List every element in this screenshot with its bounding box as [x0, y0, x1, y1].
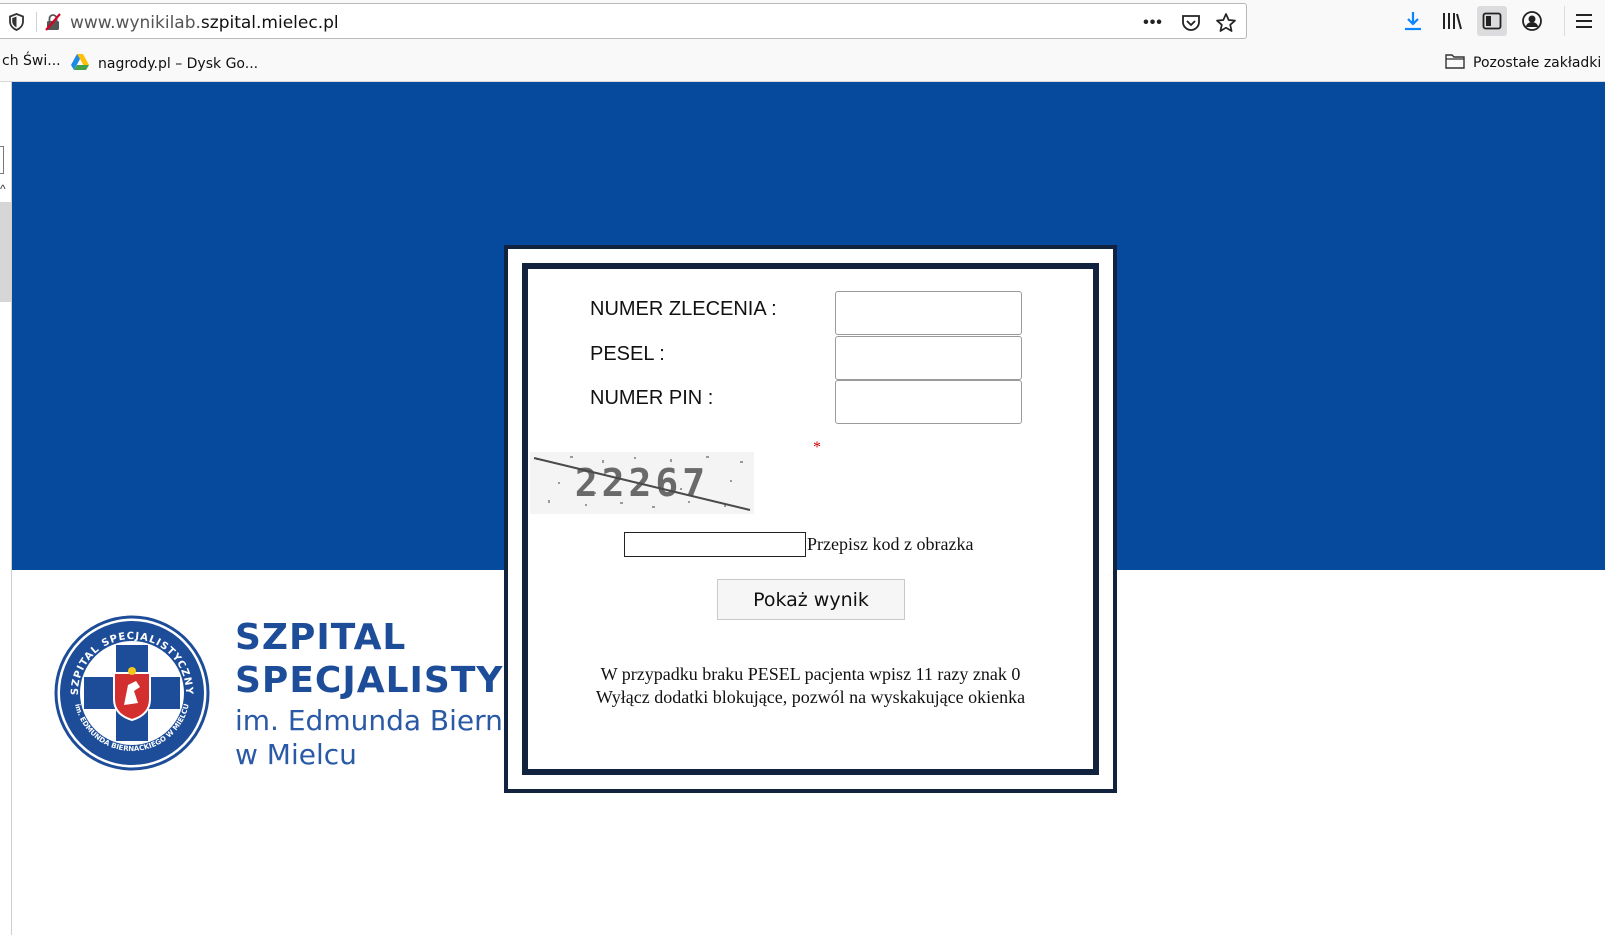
more-actions-icon[interactable]: ••• [1142, 12, 1164, 34]
bookmark-star-icon[interactable] [1215, 12, 1237, 34]
side-panel-strip: ^ [0, 82, 12, 935]
pin-label: NUMER PIN : [590, 387, 714, 409]
browser-toolbar: www.wynikilab.szpital.mielec.pl ••• [0, 0, 1605, 42]
pesel-input[interactable] [835, 336, 1022, 380]
bookmark-item[interactable]: ch Świ... [2, 53, 61, 69]
login-dialog: NUMER ZLECENIA : PESEL : NUMER PIN : * P… [504, 245, 1117, 793]
required-marker: * [813, 439, 821, 456]
insecure-connection-icon[interactable] [44, 13, 62, 31]
bookmarks-bar: ch Świ... nagrody.pl – Dysk Go... Pozost… [0, 42, 1605, 82]
url-prefix: www.wynikilab. [70, 13, 201, 33]
hospital-emblem: SZPITAL SPECJALISTYCZNY im. EDMUNDA BIER… [54, 615, 210, 771]
order-number-input[interactable] [835, 291, 1022, 335]
other-bookmarks[interactable]: Pozostałe zakładki [1445, 53, 1601, 73]
pin-input[interactable] [835, 380, 1022, 424]
url-domain: szpital.mielec.pl [200, 13, 339, 33]
page-content: ^ SZPITAL SPECJALISTYCZNY im. EDMUNDA BI… [0, 82, 1605, 935]
side-panel-tab[interactable] [0, 146, 4, 174]
pocket-icon[interactable] [1180, 12, 1202, 34]
address-bar-separator [36, 12, 37, 32]
popup-note: Wyłącz dodatki blokujące, pozwól na wysk… [595, 687, 1026, 707]
download-icon[interactable] [1398, 6, 1428, 36]
logo-title-line2: SPECJALISTY [235, 660, 504, 701]
bookmark-label: ch Świ... [2, 53, 61, 69]
shield-icon[interactable] [8, 13, 25, 31]
show-result-button[interactable]: Pokaż wynik [717, 579, 905, 620]
logo-subtitle-line1: im. Edmunda Bierna [235, 704, 521, 737]
library-icon[interactable] [1437, 6, 1467, 36]
captcha-image: 22267 [530, 452, 754, 514]
logo-title-line1: SZPITAL [235, 617, 407, 658]
scrollbar-thumb[interactable] [0, 202, 11, 302]
pesel-note: W przypadku braku PESEL pacjenta wpisz 1… [600, 664, 1021, 684]
address-bar[interactable]: www.wynikilab.szpital.mielec.pl ••• [0, 3, 1247, 39]
account-icon[interactable] [1517, 6, 1547, 36]
captcha-input[interactable] [624, 532, 806, 557]
bookmark-item[interactable]: nagrody.pl – Dysk Go... [70, 53, 258, 75]
login-form: NUMER ZLECENIA : PESEL : NUMER PIN : * P… [522, 263, 1099, 775]
other-bookmarks-label: Pozostałe zakładki [1473, 55, 1602, 71]
sidebar-icon[interactable] [1477, 6, 1507, 36]
folder-icon [1445, 53, 1465, 73]
order-number-label: NUMER ZLECENIA : [590, 298, 777, 320]
logo-subtitle-line2: w Mielcu [235, 738, 357, 771]
captcha-hint: Przepisz kod z obrazka [807, 534, 974, 554]
toolbar-separator [1564, 6, 1565, 36]
bookmark-label: nagrody.pl – Dysk Go... [98, 56, 259, 72]
url-text[interactable]: www.wynikilab.szpital.mielec.pl [70, 13, 339, 33]
google-drive-icon [70, 53, 90, 75]
pesel-label: PESEL : [590, 343, 665, 365]
hamburger-menu-icon[interactable] [1569, 6, 1599, 36]
caret-up-icon[interactable]: ^ [0, 182, 6, 196]
